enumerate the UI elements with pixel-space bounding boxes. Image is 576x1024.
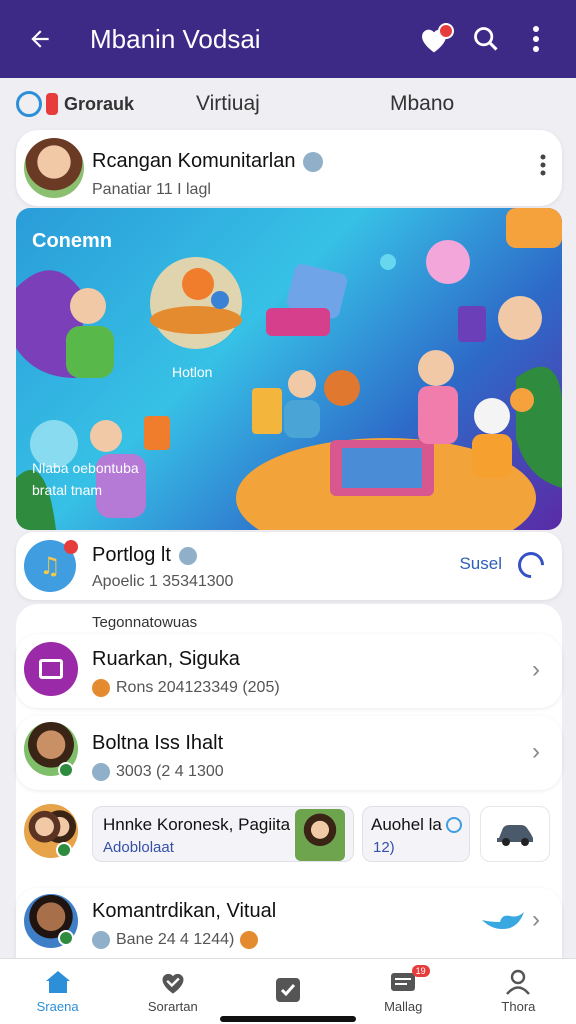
nav-tasks[interactable] xyxy=(230,959,345,1024)
nav-label: Thora xyxy=(501,999,536,1014)
online-badge-icon xyxy=(56,842,72,858)
bottom-nav: Sraena Sorartan 19 Mallag Thora xyxy=(0,958,576,1024)
promo-action-button[interactable]: Susel xyxy=(459,554,502,574)
small-avatar-icon xyxy=(240,931,259,949)
section-label: Tegonnatowuas xyxy=(92,614,198,631)
promo-title: Portlog lt xyxy=(92,544,171,566)
hero-caption: Conemn xyxy=(32,230,112,252)
group-card[interactable]: Hnnke Koronesk, Pagiita Adoblolaat xyxy=(92,806,354,862)
page-title: Mbanin Vodsai xyxy=(90,23,261,54)
calendar-app-icon xyxy=(24,642,78,696)
list-item-title: Komantrdikan, Vitual xyxy=(92,900,277,922)
online-badge-icon xyxy=(58,762,74,778)
avatar xyxy=(24,138,84,198)
user-icon xyxy=(506,969,531,995)
nav-messages[interactable]: 19 Mallag xyxy=(346,959,461,1024)
checkbox-icon xyxy=(276,977,300,1002)
heart-notification-icon[interactable] xyxy=(412,17,456,61)
home-indicator xyxy=(220,1016,356,1022)
group-card-subtitle: Adoblolaat xyxy=(103,839,174,856)
list-item-subtitle: 3003 (2 4 1300 xyxy=(116,763,224,780)
refresh-icon[interactable] xyxy=(512,546,550,584)
message-badge: 19 xyxy=(411,965,430,977)
heart-badge-icon xyxy=(438,23,454,39)
tab-bar: Grorauk Virtiuaj Mbano xyxy=(0,82,576,126)
group-card[interactable]: Auohel la 12) xyxy=(362,806,470,862)
hero-overlay-line1: Nlaba oebontuba xyxy=(32,460,139,476)
verified-icon xyxy=(303,151,324,172)
heart-icon xyxy=(162,973,184,994)
hero-overlay-line2: bratal tnam xyxy=(32,482,103,498)
online-badge-icon xyxy=(58,930,74,946)
nav-label: Sraena xyxy=(36,999,79,1014)
tab-label: Grorauk xyxy=(64,93,135,114)
nav-label: Sorartan xyxy=(147,999,198,1014)
chat-icon xyxy=(445,817,462,833)
app-bar: Mbanin Vodsai xyxy=(0,0,576,78)
nav-home[interactable]: Sraena xyxy=(0,959,115,1024)
list-item[interactable]: Boltna Iss Ihalt 3003 (2 4 1300 › xyxy=(16,716,562,790)
list-item-title: Boltna Iss Ihalt xyxy=(92,732,224,754)
promo-card[interactable]: ♫ Portlog lt Apoelic 1 35341300 Susel xyxy=(16,532,562,600)
list-item-subtitle: Rons 204123349 (205) xyxy=(116,679,280,696)
list-item[interactable]: Komantrdikan, Vitual Bane 24 4 1244) › xyxy=(16,888,562,958)
more-vertical-icon[interactable] xyxy=(514,17,558,61)
group-card-subtitle: 12) xyxy=(373,839,395,856)
car-icon[interactable] xyxy=(480,806,550,862)
chevron-right-icon: › xyxy=(532,738,540,765)
hero-illustration[interactable]: Conemn Hotlon Nlaba oebontuba bratal tna… xyxy=(16,208,562,530)
small-avatar-icon xyxy=(92,931,110,949)
back-arrow-icon[interactable] xyxy=(18,17,62,61)
chevron-right-icon: › xyxy=(532,906,540,933)
group-card-thumbnail xyxy=(295,809,345,861)
group-row: Hnnke Koronesk, Pagiita Adoblolaat Auohe… xyxy=(16,796,562,870)
home-icon xyxy=(45,971,70,993)
profile-card[interactable]: Rcangan Komunitarlan Panatiar 11 I lagl xyxy=(16,130,562,206)
chevron-right-icon: › xyxy=(532,656,540,683)
search-icon[interactable] xyxy=(464,17,508,61)
nav-profile[interactable]: Thora xyxy=(461,959,576,1024)
group-card-title: Auohel la xyxy=(371,815,442,834)
tab-mbano[interactable]: Mbano xyxy=(390,92,454,116)
small-avatar-icon xyxy=(92,763,110,781)
music-note-icon: ♫ xyxy=(39,552,61,580)
profile-subtitle: Panatiar 11 I lagl xyxy=(92,181,211,198)
tab-virtual[interactable]: Virtiuaj xyxy=(196,92,260,116)
list-item-subtitle: Bane 24 4 1244) xyxy=(116,931,235,948)
list-item[interactable]: Ruarkan, Sigukа Rons 204123349 (205) › xyxy=(16,634,562,708)
list-item-title: Ruarkan, Sigukа xyxy=(92,648,240,670)
tab-grorauk[interactable]: Grorauk xyxy=(16,91,134,117)
profile-name: Rcangan Komunitarlan xyxy=(92,150,296,172)
live-badge-icon xyxy=(46,93,58,115)
nav-label: Mallag xyxy=(384,999,423,1014)
nav-favorites[interactable]: Sorartan xyxy=(115,959,230,1024)
group-card-title: Hnnke Koronesk, Pagiita xyxy=(103,815,291,834)
profile-more-icon[interactable] xyxy=(540,154,546,181)
bird-icon xyxy=(482,912,524,929)
promo-subtitle: Apoelic 1 35341300 xyxy=(92,573,234,590)
promo-tag-icon xyxy=(178,546,197,565)
small-avatar-icon xyxy=(92,679,110,697)
hero-bubble-label: Hotlon xyxy=(172,364,213,380)
globe-icon xyxy=(16,91,42,117)
promo-dot-icon xyxy=(64,540,78,554)
